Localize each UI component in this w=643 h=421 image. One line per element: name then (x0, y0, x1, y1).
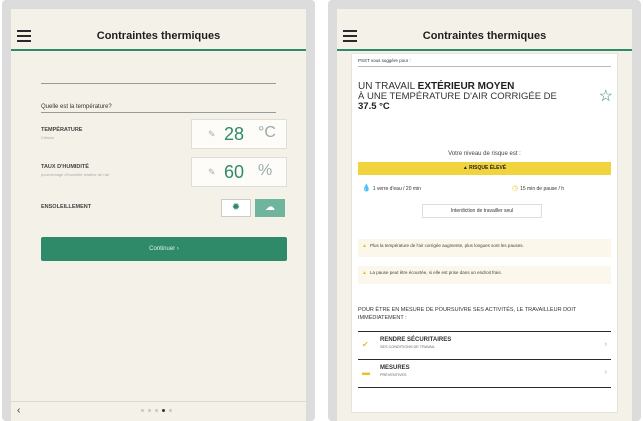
instructions-text: POUR ÊTRE EN MESURE DE POURSUIVRE SES AC… (358, 307, 577, 321)
temperature-input[interactable]: ✎ 28 °C (191, 119, 287, 149)
link-securitaires[interactable]: ✔ RENDRE SÉCURITAIRES SES CONDITIONS DE … (358, 334, 611, 356)
humidity-input[interactable]: ✎ 60 % (191, 157, 287, 187)
sun-icon: ✹ (231, 202, 241, 213)
ensoleillement-label: ENSOLEILLEMENT (41, 204, 92, 210)
left-header: Contraintes thermiques (11, 23, 306, 51)
sun-toggle[interactable]: ✹ (221, 199, 251, 217)
result-card: PSST vous suggère pour : UN TRAVAIL EXTÉ… (351, 53, 618, 413)
measures-icon: ▬ (362, 368, 370, 377)
left-app-view: Contraintes thermiques Quelle est la tem… (11, 9, 306, 421)
bottom-nav: ‹ (11, 401, 306, 421)
interdiction-notice: Interdiction de travailler seul (422, 204, 542, 218)
pause-advice: ◷ 15 min de pause / h (512, 185, 565, 192)
headline-line2: À UNE TEMPÉRATURE D'AIR CORRIGÉE DE 37.5 … (358, 91, 557, 112)
page-dot-active[interactable] (162, 409, 165, 412)
star-icon[interactable]: ☆ (599, 86, 613, 106)
temperature-sublabel: Celsius (41, 135, 55, 140)
check-icon: ✔ (362, 340, 369, 349)
link-title: RENDRE SÉCURITAIRES (380, 337, 452, 343)
temperature-value: 28 (224, 124, 245, 144)
divider (41, 112, 276, 113)
page-title: Contraintes thermiques (422, 30, 547, 42)
warning-icon: ▲ (362, 270, 367, 276)
warning-item: ▲ Plus la température de l'air corrigée … (358, 239, 611, 257)
right-tablet-screen: Contraintes thermiques PSST vous suggère… (328, 0, 641, 421)
chevron-right-icon: › (604, 341, 607, 348)
page-dot[interactable] (169, 409, 172, 412)
page-dot[interactable] (141, 409, 144, 412)
divider (41, 83, 276, 84)
continue-button[interactable]: Continuer › (41, 237, 287, 261)
humidity-label: TAUX D'HUMIDITÉ (41, 164, 89, 170)
risk-title: Votre niveau de risque est : (448, 151, 521, 157)
page-indicator (141, 409, 172, 412)
suggestion-label: PSST vous suggère pour : (358, 58, 411, 63)
page-dot[interactable] (148, 409, 151, 412)
cloud-toggle[interactable]: ☁ (255, 199, 285, 217)
right-header: Contraintes thermiques (337, 23, 632, 51)
risk-level-badge: ▲ RISQUE ÉLEVÉ (358, 162, 611, 175)
divider (358, 331, 611, 332)
link-mesures[interactable]: ▬ MESURES PRÉVENTIVES › (358, 362, 611, 384)
humidity-value: 60 (224, 162, 245, 182)
divider (358, 387, 611, 388)
warning-item: ▲ La pause peut être écourtée, si elle e… (358, 266, 611, 284)
water-advice: 💧 1 verre d'eau / 20 min (362, 185, 421, 192)
link-title: MESURES (380, 365, 410, 371)
temperature-unit: °C (258, 124, 276, 141)
pencil-icon: ✎ (208, 129, 216, 139)
back-arrow-icon[interactable]: ‹ (17, 405, 20, 416)
cloud-icon: ☁ (265, 202, 275, 213)
divider (358, 66, 611, 67)
clock-icon: ◷ (512, 185, 519, 192)
divider (358, 359, 611, 360)
humidity-unit: % (258, 162, 273, 179)
pencil-icon: ✎ (208, 167, 216, 177)
link-subtitle: SES CONDITIONS DE TRAVAIL (380, 345, 436, 349)
question-label: Quelle est la température? (41, 104, 112, 110)
page-dot[interactable] (155, 409, 158, 412)
water-drop-icon: 💧 (362, 185, 371, 192)
temperature-label: TEMPÉRATURE (41, 127, 83, 133)
warning-icon: ▲ (362, 243, 367, 249)
page-title: Contraintes thermiques (96, 30, 221, 42)
left-tablet-screen: Contraintes thermiques Quelle est la tem… (2, 0, 315, 421)
humidity-sublabel: pourcentage d'humidité relative de l'air (41, 172, 110, 177)
right-app-view: Contraintes thermiques PSST vous suggère… (337, 9, 632, 421)
chevron-right-icon: › (604, 369, 607, 376)
link-subtitle: PRÉVENTIVES (380, 373, 407, 377)
